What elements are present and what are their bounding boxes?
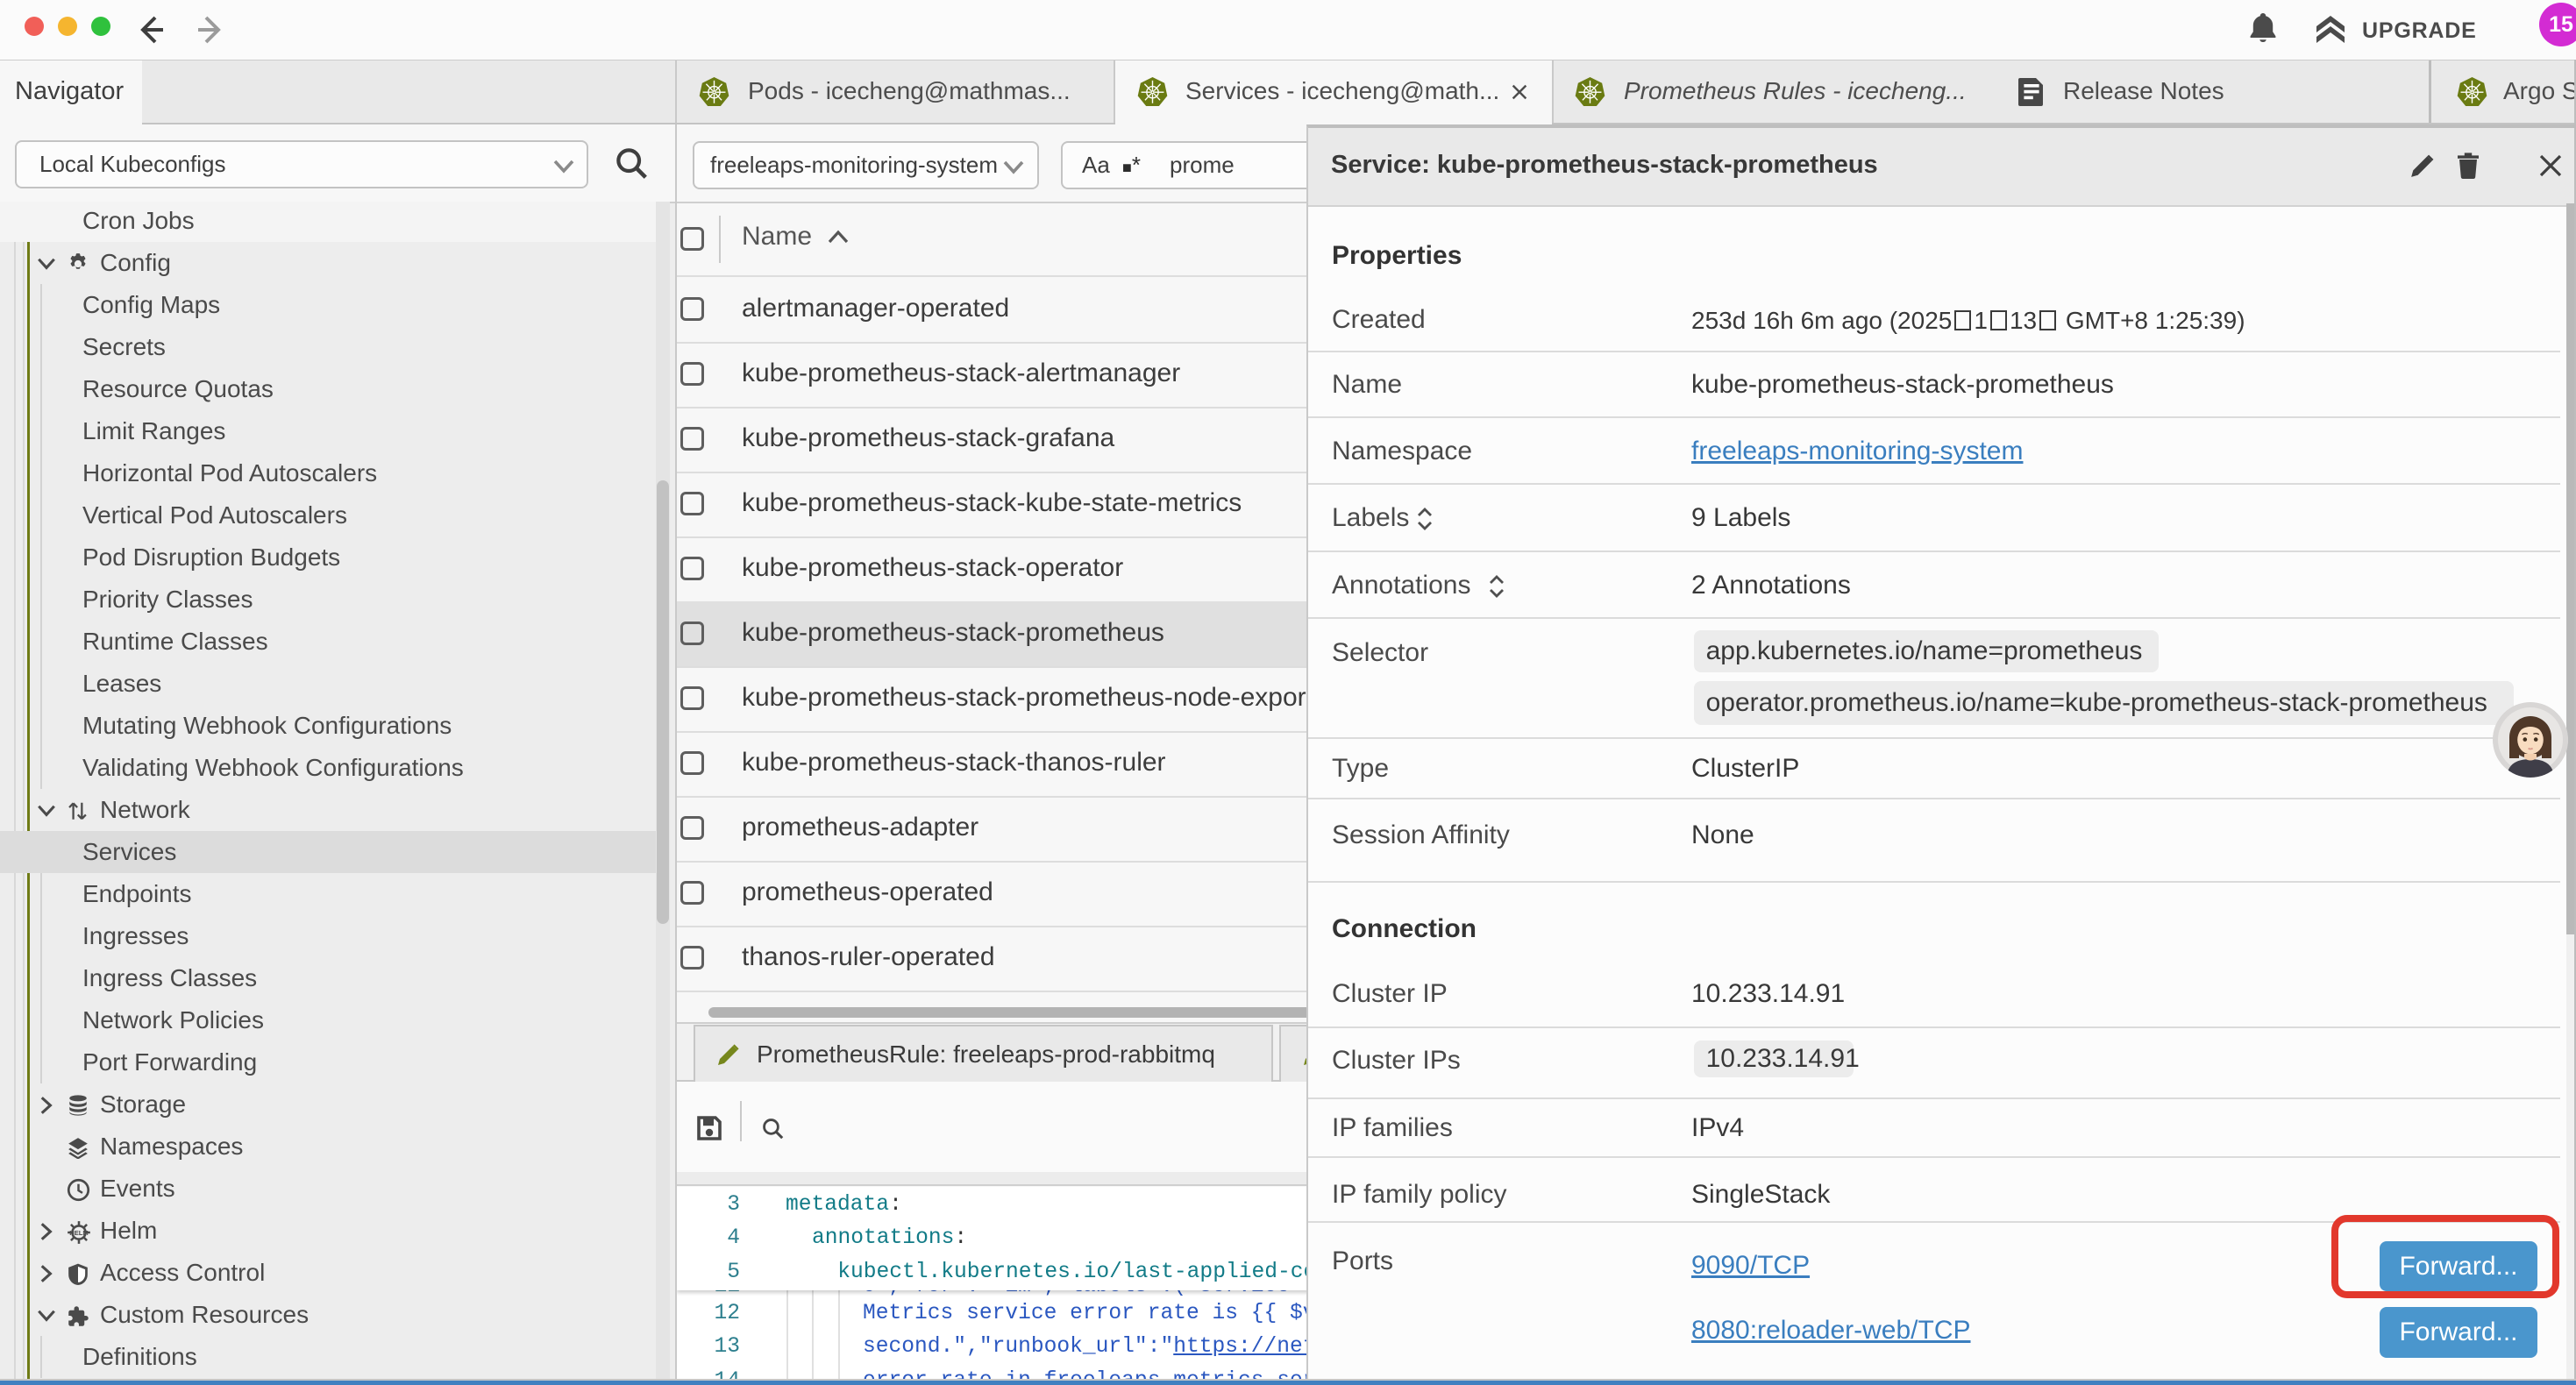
svg-text:HELM: HELM [69, 1229, 88, 1237]
